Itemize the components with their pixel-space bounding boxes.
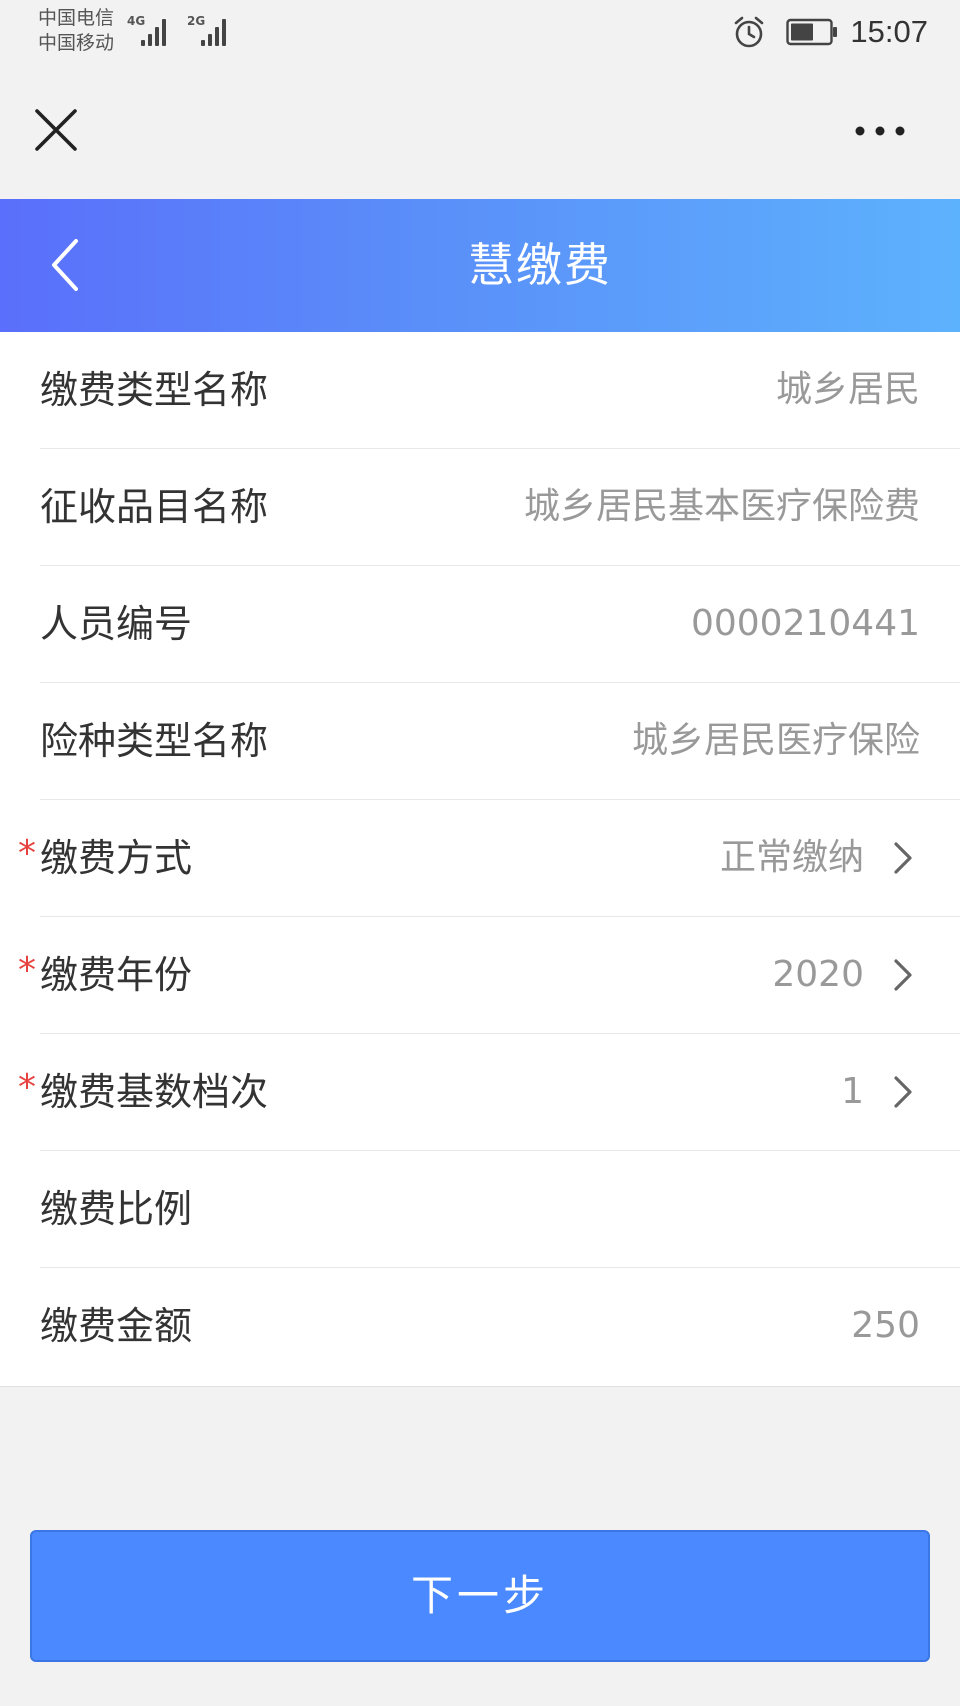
next-step-button[interactable]: 下一步	[30, 1530, 930, 1662]
row-payment-amount: 缴费金额 250	[40, 1268, 960, 1385]
row-label: 缴费年份	[40, 953, 193, 997]
row-value: 0000210441	[690, 603, 920, 644]
chevron-right-icon	[894, 842, 912, 874]
chevron-right-icon	[894, 1076, 912, 1108]
row-payment-method[interactable]: * 缴费方式 正常缴纳	[18, 800, 960, 917]
signal-bars-2	[201, 18, 229, 46]
status-bar: 中国电信 中国移动 4G 2G 15:07	[0, 0, 960, 64]
row-value: 正常缴纳	[719, 837, 864, 878]
row-label: 缴费金额	[40, 1304, 193, 1348]
row-label: 缴费类型名称	[40, 368, 269, 412]
row-person-id: 人员编号 0000210441	[40, 566, 960, 683]
payment-form: 缴费类型名称 城乡居民 征收品目名称 城乡居民基本医疗保险费 人员编号 0000…	[0, 332, 960, 1387]
row-payment-year[interactable]: * 缴费年份 2020	[18, 917, 960, 1034]
row-label: 征收品目名称	[40, 485, 269, 529]
row-value: 城乡居民医疗保险	[631, 720, 920, 761]
row-label: 缴费基数档次	[40, 1070, 269, 1114]
row-base-level[interactable]: * 缴费基数档次 1	[18, 1034, 960, 1151]
row-label: 险种类型名称	[40, 719, 269, 763]
row-value: 城乡居民	[775, 369, 920, 410]
more-dots-icon[interactable]	[852, 122, 908, 140]
clock: 15:07	[850, 14, 928, 49]
page-title: 慧缴费	[468, 238, 612, 292]
page-header: 慧缴费	[0, 199, 960, 332]
chevron-left-icon[interactable]	[44, 235, 88, 295]
required-mark: *	[18, 950, 36, 991]
status-right: 15:07	[732, 14, 928, 50]
close-icon[interactable]	[30, 104, 82, 156]
row-value: 2020	[772, 954, 864, 995]
row-payment-ratio: 缴费比例	[40, 1151, 960, 1268]
carrier-info: 中国电信 中国移动	[38, 6, 114, 56]
signal-bars-1	[141, 18, 169, 46]
mini-program-bar	[0, 64, 960, 199]
row-insurance-type-name: 险种类型名称 城乡居民医疗保险	[40, 683, 960, 800]
row-value: 1	[841, 1071, 864, 1112]
row-value: 城乡居民基本医疗保险费	[523, 486, 920, 527]
row-label: 缴费方式	[40, 836, 193, 880]
alarm-icon	[735, 16, 764, 48]
row-payment-type-name: 缴费类型名称 城乡居民	[40, 332, 960, 449]
battery-icon	[786, 18, 838, 46]
row-collection-item-name: 征收品目名称 城乡居民基本医疗保险费	[40, 449, 960, 566]
carrier-2-label: 中国移动	[38, 32, 115, 54]
required-mark: *	[18, 1067, 36, 1108]
row-label: 缴费比例	[40, 1187, 193, 1231]
chevron-right-icon	[894, 959, 912, 991]
required-mark: *	[18, 833, 36, 874]
row-label: 人员编号	[40, 602, 193, 646]
row-value: 250	[851, 1305, 920, 1346]
carrier-1-label: 中国电信	[38, 7, 115, 29]
